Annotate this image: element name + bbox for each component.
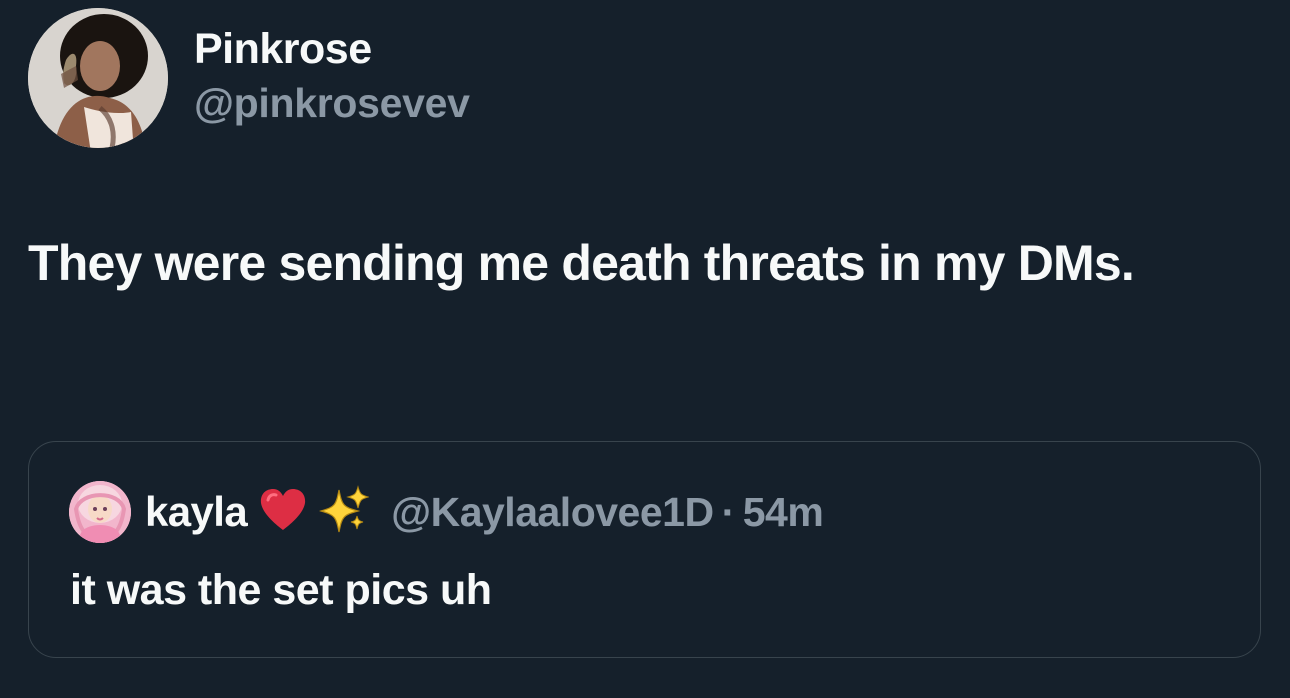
doll-avatar-icon — [69, 481, 131, 543]
tweet-screenshot: Pinkrose @pinkrosevev They were sending … — [0, 0, 1290, 698]
tweet-text: They were sending me death threats in my… — [28, 235, 1135, 291]
quoted-author-handle[interactable]: @Kaylaalovee1D — [391, 489, 714, 536]
quoted-tweet-header: kayla @Kaylaalovee1D · 54m — [69, 480, 824, 544]
separator-dot: · — [721, 488, 736, 535]
quoted-tweet[interactable]: kayla @Kaylaalovee1D · 54m it was the se… — [28, 441, 1261, 658]
tweet-author[interactable]: Pinkrose @pinkrosevev — [28, 8, 470, 148]
quoted-author-avatar[interactable] — [69, 481, 131, 543]
author-handle[interactable]: @pinkrosevev — [194, 76, 470, 130]
quoted-tweet-timestamp[interactable]: 54m — [743, 489, 824, 536]
author-avatar[interactable] — [28, 8, 168, 148]
sparkles-icon — [318, 484, 370, 540]
author-display-name[interactable]: Pinkrose — [194, 22, 470, 76]
avatar-photo-icon — [28, 8, 168, 148]
quoted-author-display-name[interactable]: kayla — [145, 488, 248, 536]
quoted-tweet-text: it was the set pics uh — [70, 566, 492, 614]
red-heart-icon — [259, 488, 307, 537]
